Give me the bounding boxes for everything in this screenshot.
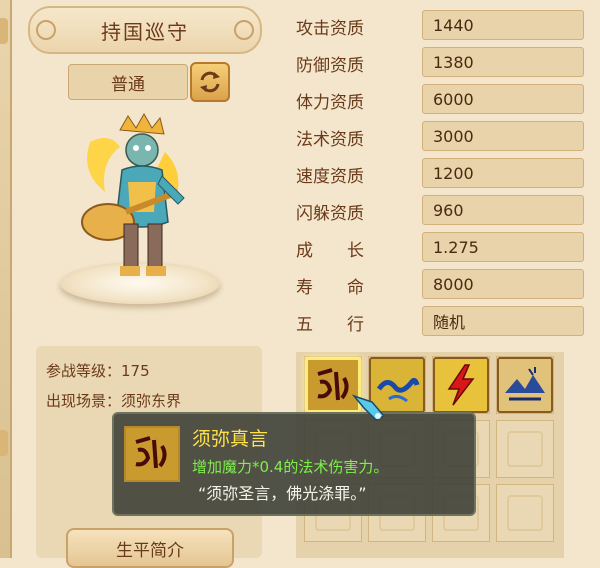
left-frame-edge bbox=[0, 0, 12, 558]
sumeru-rune-icon bbox=[308, 360, 358, 410]
battle-level-label: 参战等级： bbox=[46, 362, 122, 380]
pet-grade: 普通 bbox=[111, 74, 145, 95]
skill-lightning[interactable] bbox=[433, 357, 489, 413]
stat-value-defense: 1380 bbox=[422, 47, 584, 77]
left-frame-tab-lower[interactable] bbox=[0, 430, 8, 456]
banner-curl-left-icon bbox=[36, 20, 56, 40]
stat-label-defense: 防御资质 bbox=[296, 56, 364, 76]
sumeru-rune-icon bbox=[126, 428, 178, 480]
stat-label-dodge: 闪躲资质 bbox=[296, 204, 364, 224]
biography-button-label: 生平简介 bbox=[116, 540, 184, 561]
stat-value-growth: 1.275 bbox=[422, 232, 584, 262]
battle-level-row: 参战等级：175 bbox=[46, 360, 150, 381]
refresh-grade-button[interactable] bbox=[190, 62, 230, 102]
stat-label-element: 五 行 bbox=[296, 315, 364, 335]
stat-label-growth: 成 长 bbox=[296, 241, 364, 261]
tooltip-skill-icon bbox=[124, 426, 180, 482]
stat-label-magic: 法术资质 bbox=[296, 130, 364, 150]
pet-figure-image bbox=[81, 112, 185, 276]
appear-scene-label: 出现场景： bbox=[46, 392, 122, 410]
stat-value-dodge: 960 bbox=[422, 195, 584, 225]
pet-name-banner: 持国巡守 bbox=[28, 6, 262, 54]
stat-value-magic: 3000 bbox=[422, 121, 584, 151]
lightning-icon bbox=[435, 359, 487, 411]
stat-label-lifespan: 寿 命 bbox=[296, 278, 364, 298]
stat-value-stamina: 6000 bbox=[422, 84, 584, 114]
biography-button[interactable]: 生平简介 bbox=[66, 528, 234, 568]
tooltip-skill-quote: “须弥圣言，佛光涤罪。” bbox=[198, 484, 367, 503]
stat-value-speed: 1200 bbox=[422, 158, 584, 188]
stat-value-element: 随机 bbox=[422, 306, 584, 336]
left-frame-tab[interactable] bbox=[0, 18, 8, 44]
stat-label-attack: 攻击资质 bbox=[296, 19, 364, 39]
skill-tooltip: 须弥真言 增加魔力*0.4的法术伤害力。 “须弥圣言，佛光涤罪。” bbox=[112, 412, 476, 516]
stat-value-attack: 1440 bbox=[422, 10, 584, 40]
pet-name: 持国巡守 bbox=[101, 19, 189, 44]
refresh-icon bbox=[200, 71, 220, 93]
skill-slot[interactable] bbox=[496, 484, 554, 542]
stat-label-speed: 速度资质 bbox=[296, 167, 364, 187]
stat-label-stamina: 体力资质 bbox=[296, 93, 364, 113]
tooltip-skill-name: 须弥真言 bbox=[192, 428, 269, 450]
tooltip-skill-effect: 增加魔力*0.4的法术伤害力。 bbox=[192, 458, 389, 476]
ice-landscape-icon bbox=[499, 359, 551, 411]
appear-scene-row: 出现场景：须弥东界 bbox=[46, 390, 181, 411]
skill-ice-landscape[interactable] bbox=[497, 357, 553, 413]
stat-value-lifespan: 8000 bbox=[422, 269, 584, 299]
appear-scene-value: 须弥东界 bbox=[121, 392, 182, 410]
pet-model-display bbox=[50, 112, 230, 312]
pet-grade-box: 普通 bbox=[68, 64, 188, 100]
mouse-cursor-icon bbox=[352, 394, 386, 421]
banner-curl-right-icon bbox=[234, 20, 254, 40]
skill-slot[interactable] bbox=[496, 420, 554, 478]
battle-level-value: 175 bbox=[121, 362, 150, 380]
